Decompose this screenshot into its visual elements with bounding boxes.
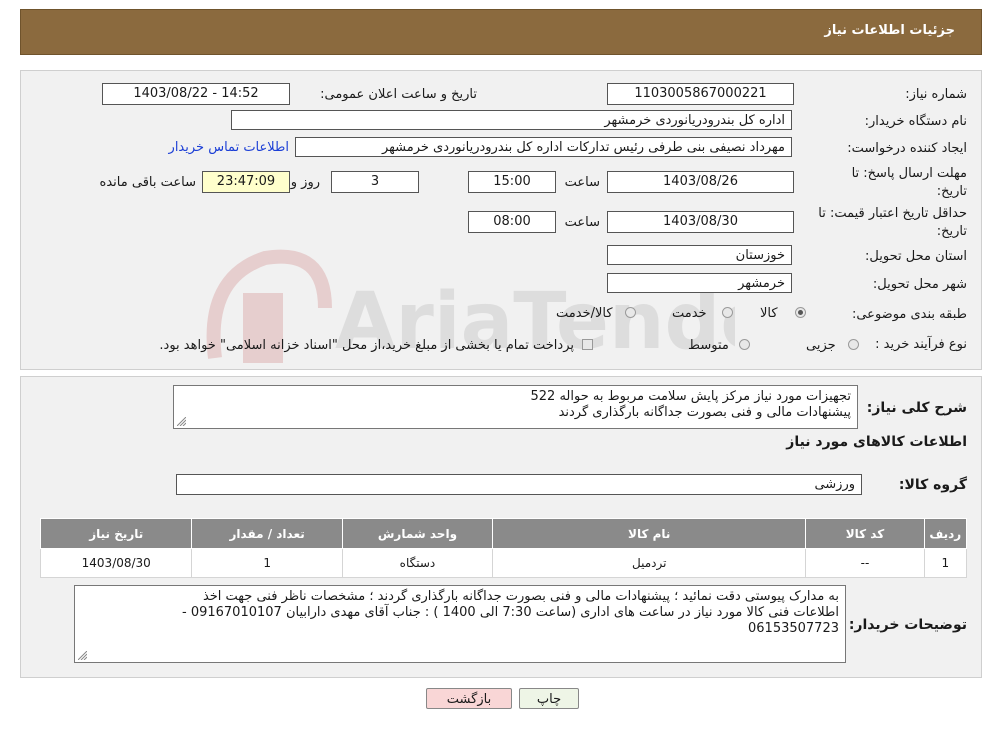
col-unit: واحد شمارش xyxy=(341,518,494,549)
col-quantity: تعداد / مقدار xyxy=(191,518,343,549)
reply-deadline-label-1: مهلت ارسال پاسخ: تا xyxy=(851,166,967,181)
announce-datetime-field: 1403/08/22 - 14:52 xyxy=(102,83,290,105)
description-line-1: تجهیزات مورد نیاز مرکز پایش سلامت مربوط … xyxy=(530,389,851,404)
price-validity-time-label: ساعت xyxy=(564,215,600,230)
process-option-minor: جزیی xyxy=(806,338,836,353)
reply-time-label: ساعت xyxy=(564,175,600,190)
category-option-goods: کالا xyxy=(760,306,778,321)
category-radio-goods[interactable] xyxy=(795,307,806,318)
need-number-label: شماره نیاز: xyxy=(905,87,967,102)
process-radio-medium[interactable] xyxy=(739,339,750,350)
days-remaining-field: 3 xyxy=(331,171,419,193)
reply-deadline-label-2: تاریخ: xyxy=(936,184,967,199)
category-radio-goods-service[interactable] xyxy=(625,307,636,318)
price-validity-time: 08:00 xyxy=(468,211,556,233)
buyer-notes-line-1: به مدارک پیوستی دقت نمائید ؛ پیشنهادات م… xyxy=(202,589,839,604)
time-remaining-field: 23:47:09 xyxy=(202,171,290,193)
col-code: کد کالا xyxy=(805,518,925,549)
col-name: نام کالا xyxy=(492,518,807,549)
treasury-payment-note: پرداخت تمام یا بخشی از مبلغ خرید،از محل … xyxy=(159,338,574,353)
delivery-city-field: خرمشهر xyxy=(607,273,792,293)
price-validity-label-2: تاریخ: xyxy=(936,224,967,239)
need-number-field: 1103005867000221 xyxy=(607,83,794,105)
buyer-contact-link[interactable]: اطلاعات تماس خریدار xyxy=(169,140,289,155)
print-button[interactable]: چاپ xyxy=(519,688,579,709)
cell-unit: دستگاه xyxy=(341,548,494,578)
description-label: شرح کلی نیاز: xyxy=(866,400,967,416)
goods-group-field: ورزشی xyxy=(176,474,862,495)
process-radio-minor[interactable] xyxy=(848,339,859,350)
description-textarea[interactable]: تجهیزات مورد نیاز مرکز پایش سلامت مربوط … xyxy=(173,385,858,429)
cell-name: تردمیل xyxy=(492,548,807,578)
requester-label: ایجاد کننده درخواست: xyxy=(847,141,967,156)
col-row: ردیف xyxy=(923,518,968,549)
goods-section-title: اطلاعات کالاهای مورد نیاز xyxy=(786,434,967,450)
col-need-date: تاریخ نیاز xyxy=(39,518,193,549)
category-label: طبقه بندی موضوعی: xyxy=(851,307,967,322)
buyer-notes-textarea[interactable]: به مدارک پیوستی دقت نمائید ؛ پیشنهادات م… xyxy=(74,585,846,663)
price-validity-label-1: حداقل تاریخ اعتبار قیمت: تا xyxy=(818,206,967,221)
table-row: 1 -- تردمیل دستگاه 1 1403/08/30 xyxy=(39,548,968,578)
goods-table: ردیف کد کالا نام کالا واحد شمارش تعداد /… xyxy=(39,518,968,578)
buyer-org-field: اداره کل بندرودریانوردی خرمشهر xyxy=(231,110,792,130)
page-title: جزئیات اطلاعات نیاز xyxy=(824,23,955,38)
process-type-label: نوع فرآیند خرید : xyxy=(875,337,967,352)
delivery-province-field: خوزستان xyxy=(607,245,792,265)
reply-deadline-date: 1403/08/26 xyxy=(607,171,794,193)
buyer-notes-line-2: اطلاعات فنی کالا مورد نیاز در ساعت های ا… xyxy=(182,605,839,620)
category-option-service: خدمت xyxy=(672,306,707,321)
resize-grip-icon[interactable] xyxy=(177,417,186,426)
category-radio-service[interactable] xyxy=(722,307,733,318)
requester-field: مهرداد نصیفی بنی طرفی رئیس تدارکات اداره… xyxy=(295,137,792,157)
announce-datetime-label: تاریخ و ساعت اعلان عمومی: xyxy=(320,87,477,102)
price-validity-date: 1403/08/30 xyxy=(607,211,794,233)
time-remaining-label: ساعت باقی مانده xyxy=(99,175,196,190)
goods-table-header: ردیف کد کالا نام کالا واحد شمارش تعداد /… xyxy=(39,518,968,549)
reply-deadline-time: 15:00 xyxy=(468,171,556,193)
resize-grip-icon[interactable] xyxy=(78,651,87,660)
buyer-notes-label: توضیحات خریدار: xyxy=(848,617,967,633)
description-line-2: پیشنهادات مالی و فنی بصورت جداگانه بارگذ… xyxy=(558,405,851,420)
days-label: روز و xyxy=(290,175,320,190)
delivery-province-label: استان محل تحویل: xyxy=(865,249,967,264)
cell-quantity: 1 xyxy=(191,548,343,578)
goods-group-label: گروه کالا: xyxy=(898,477,967,493)
delivery-city-label: شهر محل تحویل: xyxy=(872,277,967,292)
category-option-goods-service: کالا/خدمت xyxy=(556,306,613,321)
cell-need-date: 1403/08/30 xyxy=(39,548,193,578)
cell-code: -- xyxy=(805,548,925,578)
buyer-org-label: نام دستگاه خریدار: xyxy=(864,114,967,129)
cell-row: 1 xyxy=(923,548,968,578)
treasury-payment-checkbox[interactable] xyxy=(582,339,593,350)
page-header: جزئیات اطلاعات نیاز xyxy=(20,9,982,55)
process-option-medium: متوسط xyxy=(688,338,729,353)
back-button[interactable]: بازگشت xyxy=(426,688,512,709)
buyer-notes-line-3: 06153507723 xyxy=(748,621,839,636)
